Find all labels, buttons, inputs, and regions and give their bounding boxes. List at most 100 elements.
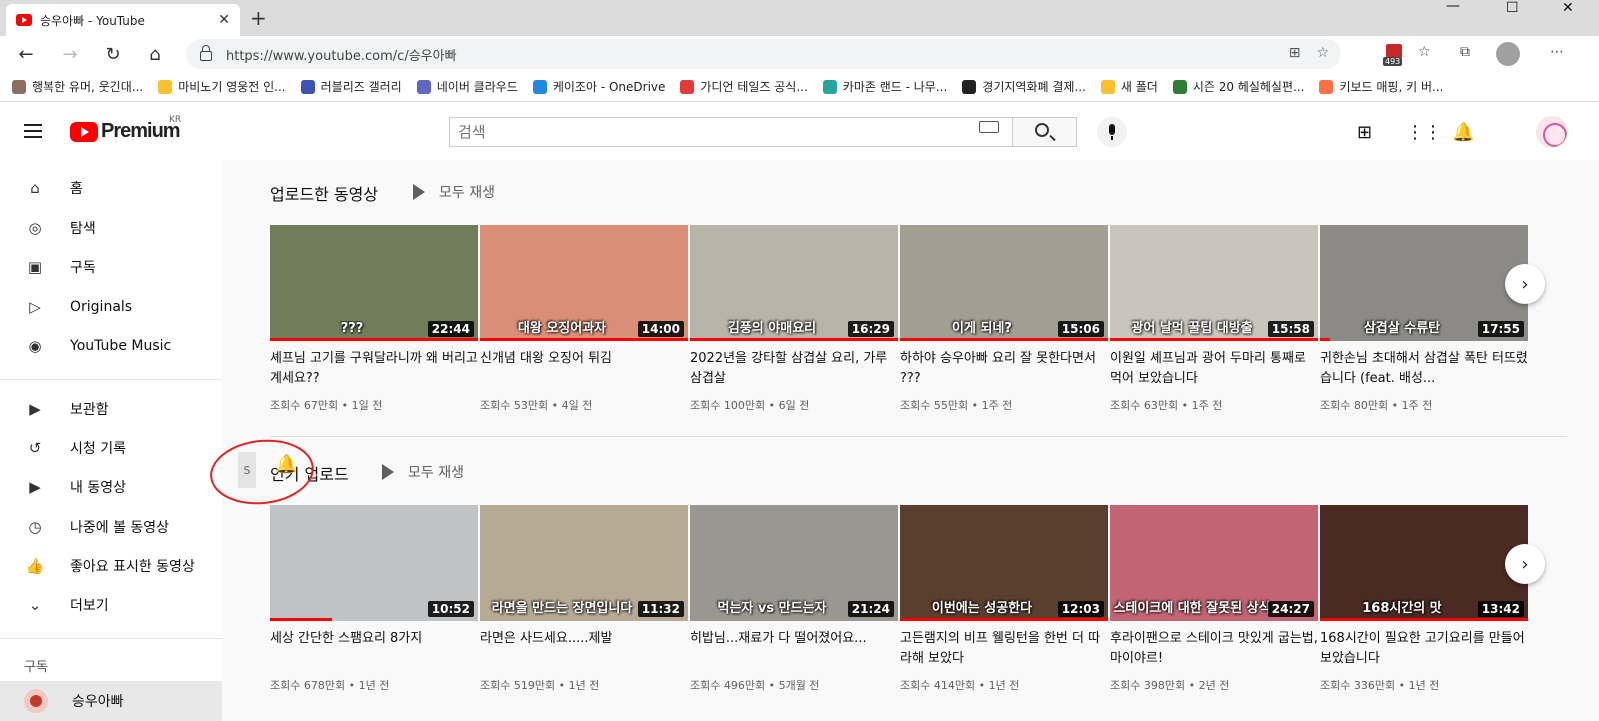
video-duration: 13:42 [1477, 601, 1524, 617]
browser-tab[interactable]: 승우아빠 - YouTube ✕ [6, 4, 240, 36]
bookmark-item[interactable]: 케이조아 - OneDrive [532, 78, 665, 95]
bookmark-item[interactable]: 키보드 매핑, 키 버... [1319, 78, 1443, 95]
video-card[interactable]: 삼겹살 수류탄 17:55 귀한손님 초대해서 삼겹살 폭탄 터뜨렸습니다 (fea… [1320, 225, 1528, 413]
window-close-icon[interactable]: ✕ [1562, 0, 1574, 20]
sidebar-item-watch-later[interactable]: ◷ 나중에 볼 동영상 [0, 507, 222, 547]
video-card[interactable]: 이게 되네? 15:06 하하야 승우아빠 요리 잘 못한다면서 ??? 조회수 55… [900, 225, 1108, 413]
keyboard-icon[interactable] [979, 121, 999, 133]
app-install-icon[interactable]: ⊞ [1289, 45, 1301, 61]
new-tab-icon[interactable]: + [250, 6, 267, 30]
region-code: KR [169, 115, 182, 125]
video-thumbnail[interactable]: 이게 되네? 15:06 [900, 225, 1108, 341]
sidebar-item-my-videos[interactable]: ▶ 내 동영상 [0, 467, 222, 507]
sidebar-item-label: 내 동영상 [70, 480, 126, 496]
voice-search-icon[interactable] [1097, 117, 1127, 147]
video-title[interactable]: 신개념 대왕 오징어 튀김 [480, 349, 688, 389]
video-title[interactable]: 셰프님 고기를 구워달라니까 왜 버리고 계세요?? [270, 349, 478, 389]
video-title[interactable]: 히밥님...재료가 다 떨어졌어요... [690, 629, 898, 669]
video-title[interactable]: 이원일 셰프님과 광어 두마리 통째로 먹어 보았습니다 [1110, 349, 1318, 389]
video-thumbnail[interactable]: 삼겹살 수류탄 17:55 [1320, 225, 1528, 341]
video-thumbnail[interactable]: 광어 날먹 꿀팁 대방출 15:58 [1110, 225, 1318, 341]
play-all-button[interactable]: 모두 재생 [413, 182, 495, 202]
sidebar-item-originals[interactable]: ▷ Originals [0, 287, 222, 327]
collections-icon[interactable]: ⧉ [1460, 44, 1470, 60]
more-menu-icon[interactable]: ⋯ [1550, 44, 1564, 60]
video-card[interactable]: 10:52 세상 간단한 스팸요리 8가지 조회수 678만회 • 1년 전 [270, 505, 478, 693]
sidebar-item-music[interactable]: ◉ YouTube Music [0, 326, 222, 366]
video-thumbnail[interactable]: 10:52 [270, 505, 478, 621]
maximize-icon[interactable]: ☐ [1506, 0, 1519, 20]
menu-icon[interactable] [24, 124, 42, 138]
shelf-next-button[interactable]: › [1505, 544, 1545, 584]
video-title[interactable]: 라면은 사드세요.....제발 [480, 629, 688, 669]
video-card[interactable]: 라면을 만드는 장면입니다 11:32 라면은 사드세요.....제발 조회수 519… [480, 505, 688, 693]
sidebar-item-chevron-down[interactable]: ⌄ 더보기 [0, 585, 222, 625]
video-title[interactable]: 하하야 승우아빠 요리 잘 못한다면서 ??? [900, 349, 1108, 389]
search-button[interactable] [1013, 117, 1077, 147]
home-browser-icon[interactable]: ⌂ [143, 42, 167, 66]
bookmark-item[interactable]: 러블리즈 갤러리 [300, 78, 402, 95]
sidebar-item-library[interactable]: ▶ 보관함 [0, 389, 222, 429]
video-card[interactable]: 168시간의 맛 13:42 168시간이 필요한 고기요리를 만들어 보았습니다 조… [1320, 505, 1528, 693]
video-thumbnail[interactable]: 이번에는 성공한다 12:03 [900, 505, 1108, 621]
watch-progress-bar [900, 338, 1108, 341]
video-card[interactable]: 먹는자 vs 만드는자 21:24 히밥님...재료가 다 떨어졌어요... 조회수 … [690, 505, 898, 693]
sidebar-item-home[interactable]: ⌂ 홈 [0, 168, 222, 208]
video-title[interactable]: 168시간이 필요한 고기요리를 만들어 보았습니다 [1320, 629, 1528, 669]
bookmark-item[interactable]: 가디언 테일즈 공식... [680, 78, 808, 95]
play-icon [382, 464, 394, 480]
forward-icon[interactable]: → [58, 42, 82, 66]
apps-grid-icon[interactable]: ⋮⋮ [1406, 122, 1442, 143]
bookmark-item[interactable]: 네이버 클라우드 [416, 78, 518, 95]
sidebar-item-thumbs-up[interactable]: 👍 좋아요 표시한 동영상 [0, 546, 222, 586]
favorites-icon[interactable]: ☆ [1418, 44, 1431, 60]
bookmark-item[interactable]: 마비노기 영웅전 인... [158, 78, 286, 95]
video-title[interactable]: 세상 간단한 스팸요리 8가지 [270, 629, 478, 669]
video-thumbnail[interactable]: 김풍의 야매요리 16:29 [690, 225, 898, 341]
bookmark-item[interactable]: 카마존 랜드 - 나무... [822, 78, 947, 95]
video-card[interactable]: 김풍의 야매요리 16:29 2022년을 강타할 삼겹살 요리, 가루삼겹살 조회수… [690, 225, 898, 413]
video-title[interactable]: 2022년을 강타할 삼겹살 요리, 가루삼겹살 [690, 349, 898, 389]
video-thumbnail[interactable]: 먹는자 vs 만드는자 21:24 [690, 505, 898, 621]
refresh-icon[interactable]: ↻ [101, 42, 125, 66]
search-input[interactable] [458, 123, 958, 141]
back-icon[interactable]: ← [14, 42, 38, 66]
add-favorite-icon[interactable]: ☆ [1316, 45, 1329, 61]
video-thumbnail[interactable]: ??? 22:44 [270, 225, 478, 341]
browser-profile-avatar[interactable] [1496, 42, 1520, 66]
shelf-next-button[interactable]: › [1505, 264, 1545, 304]
video-card[interactable]: 스테이크에 대한 잘못된 상식 24:27 후라이팬으로 스테이크 맛있게 굽는법,… [1110, 505, 1318, 693]
bookmark-item[interactable]: 새 폴더 [1100, 78, 1158, 95]
tab-close-icon[interactable]: ✕ [218, 12, 230, 28]
channel-avatar [24, 689, 48, 713]
bookmark-item[interactable]: 시즌 20 헤실헤실편... [1172, 78, 1304, 95]
sidebar-item-subscriptions[interactable]: ▣ 구독 [0, 247, 222, 287]
video-thumbnail[interactable]: 스테이크에 대한 잘못된 상식 24:27 [1110, 505, 1318, 621]
video-title[interactable]: 후라이팬으로 스테이크 맛있게 굽는법, 마이야르! [1110, 629, 1318, 669]
play-all-button[interactable]: 모두 재생 [382, 462, 464, 482]
originals-icon: ▷ [29, 298, 41, 316]
extension-icon[interactable]: 493 [1383, 42, 1409, 68]
video-thumbnail[interactable]: 라면을 만드는 장면입니다 11:32 [480, 505, 688, 621]
video-card[interactable]: 이번에는 성공한다 12:03 고든램지의 비프 웰링턴을 한번 더 따라해 보았다… [900, 505, 1108, 693]
account-avatar[interactable] [1536, 116, 1568, 148]
thumbnail-caption: 스테이크에 대한 잘못된 상식 [1113, 601, 1271, 616]
bookmark-item[interactable]: 행복한 유머, 웃긴대... [12, 78, 143, 95]
video-card[interactable]: ??? 22:44 셰프님 고기를 구워달라니까 왜 버리고 계세요?? 조회수 67… [270, 225, 478, 413]
create-video-icon[interactable]: ⊞ [1357, 122, 1372, 143]
video-thumbnail[interactable]: 168시간의 맛 13:42 [1320, 505, 1528, 621]
video-card[interactable]: 광어 날먹 꿀팁 대방출 15:58 이원일 셰프님과 광어 두마리 통째로 먹어 … [1110, 225, 1318, 413]
notifications-bell-icon[interactable]: 🔔 [1452, 122, 1474, 143]
video-thumbnail[interactable]: 대왕 오징어과자 14:00 [480, 225, 688, 341]
sidebar-subscription-channel[interactable]: 승우아빠 [0, 681, 222, 721]
search-box[interactable] [449, 117, 1013, 147]
video-title[interactable]: 귀한손님 초대해서 삼겹살 폭탄 터뜨렸습니다 (feat. 배성... [1320, 349, 1528, 389]
youtube-premium-logo[interactable]: Premium KR [70, 115, 181, 143]
minimize-icon[interactable]: — [1446, 0, 1460, 18]
video-card[interactable]: 대왕 오징어과자 14:00 신개념 대왕 오징어 튀김 조회수 53만회 • 4일 … [480, 225, 688, 413]
sidebar-item-compass[interactable]: ◎ 탐색 [0, 208, 222, 248]
video-title[interactable]: 고든램지의 비프 웰링턴을 한번 더 따라해 보았다 [900, 629, 1108, 669]
sidebar-item-history[interactable]: ↺ 시청 기록 [0, 428, 222, 468]
address-bar[interactable]: https://www.youtube.com/c/승우아빠 ⊞ ☆ [186, 39, 1341, 69]
bookmark-item[interactable]: 경기지역화폐 결제... [962, 78, 1086, 95]
